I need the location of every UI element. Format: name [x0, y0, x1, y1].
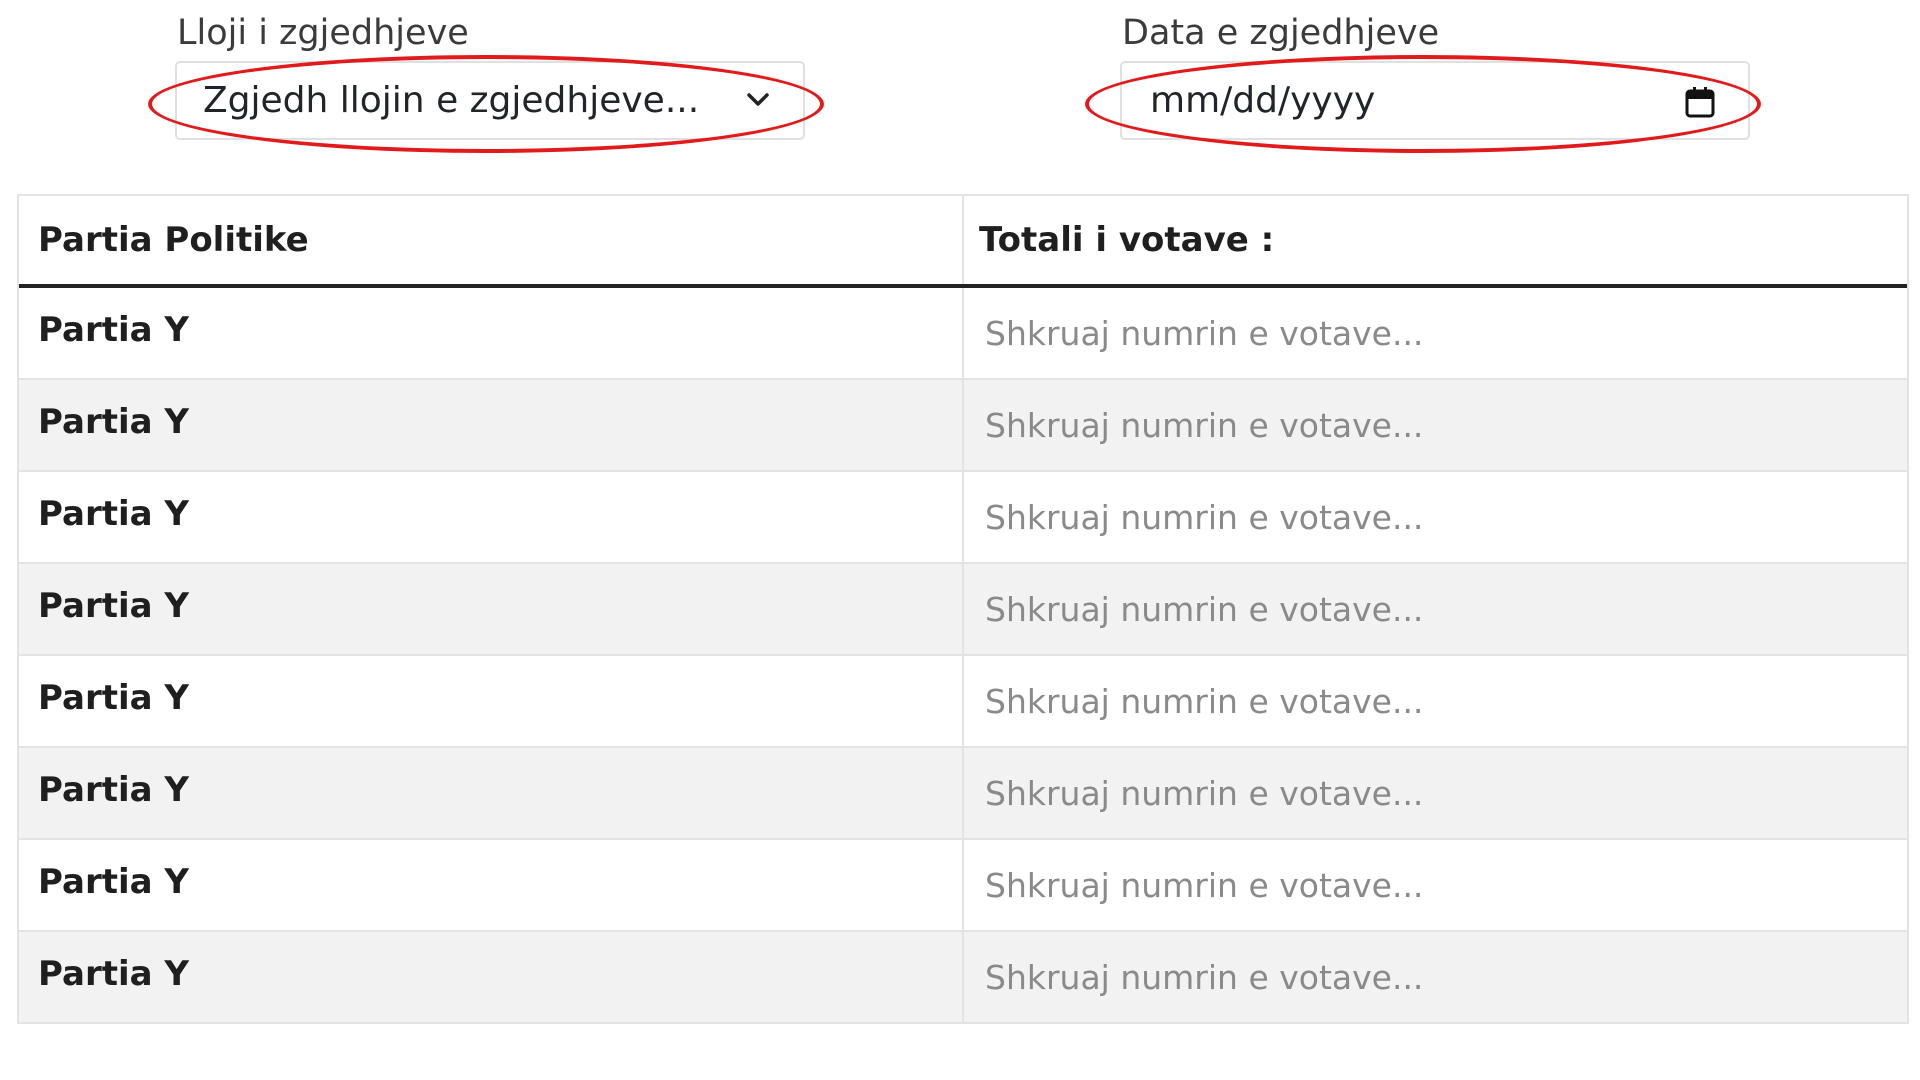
table-row: Partia Y	[19, 470, 1907, 563]
votes-cell	[962, 562, 1907, 655]
party-name: Partia Y	[19, 378, 963, 471]
votes-cell	[962, 285, 1907, 379]
chevron-down-icon	[747, 93, 769, 106]
party-name: Partia Y	[19, 930, 963, 1022]
election-type-label: Lloji i zgjedhjeve	[177, 13, 469, 53]
table-row: Partia Y	[19, 746, 1907, 839]
table-row: Partia Y	[19, 378, 1907, 471]
votes-input[interactable]	[964, 750, 1907, 836]
votes-cell	[962, 654, 1907, 747]
party-column-header: Partia Politike	[19, 196, 963, 288]
table-row: Partia Y	[19, 285, 1907, 379]
party-name: Partia Y	[19, 654, 963, 747]
votes-cell	[962, 470, 1907, 563]
table-row: Partia Y	[19, 654, 1907, 747]
votes-input[interactable]	[964, 566, 1907, 652]
table-row: Partia Y	[19, 562, 1907, 655]
votes-cell	[962, 746, 1907, 839]
table-row: Partia Y	[19, 838, 1907, 931]
party-name: Partia Y	[19, 562, 963, 655]
election-type-select[interactable]: Zgjedh llojin e zgjedhjeve...	[175, 61, 805, 140]
election-date-label: Data e zgjedhjeve	[1122, 13, 1440, 53]
votes-column-header: Totali i votave :	[962, 196, 1907, 288]
table-row: Partia Y	[19, 930, 1907, 1022]
votes-input[interactable]	[964, 658, 1907, 744]
table-header-row: Partia Politike Totali i votave :	[19, 196, 1907, 288]
votes-input[interactable]	[964, 290, 1907, 376]
votes-input[interactable]	[964, 474, 1907, 560]
party-name: Partia Y	[19, 470, 963, 563]
election-date-input[interactable]: mm/dd/yyyy	[1120, 61, 1750, 140]
calendar-icon[interactable]	[1684, 85, 1716, 119]
votes-table: Partia Politike Totali i votave : Partia…	[17, 194, 1909, 1024]
votes-cell	[962, 378, 1907, 471]
party-name: Partia Y	[19, 838, 963, 931]
votes-input[interactable]	[964, 382, 1907, 468]
election-date-placeholder: mm/dd/yyyy	[1150, 80, 1376, 121]
votes-cell	[962, 838, 1907, 931]
votes-input[interactable]	[964, 842, 1907, 928]
party-name: Partia Y	[19, 285, 963, 379]
election-type-selected-value: Zgjedh llojin e zgjedhjeve...	[203, 80, 700, 121]
votes-cell	[962, 930, 1907, 1022]
party-name: Partia Y	[19, 746, 963, 839]
votes-input[interactable]	[964, 934, 1907, 1020]
